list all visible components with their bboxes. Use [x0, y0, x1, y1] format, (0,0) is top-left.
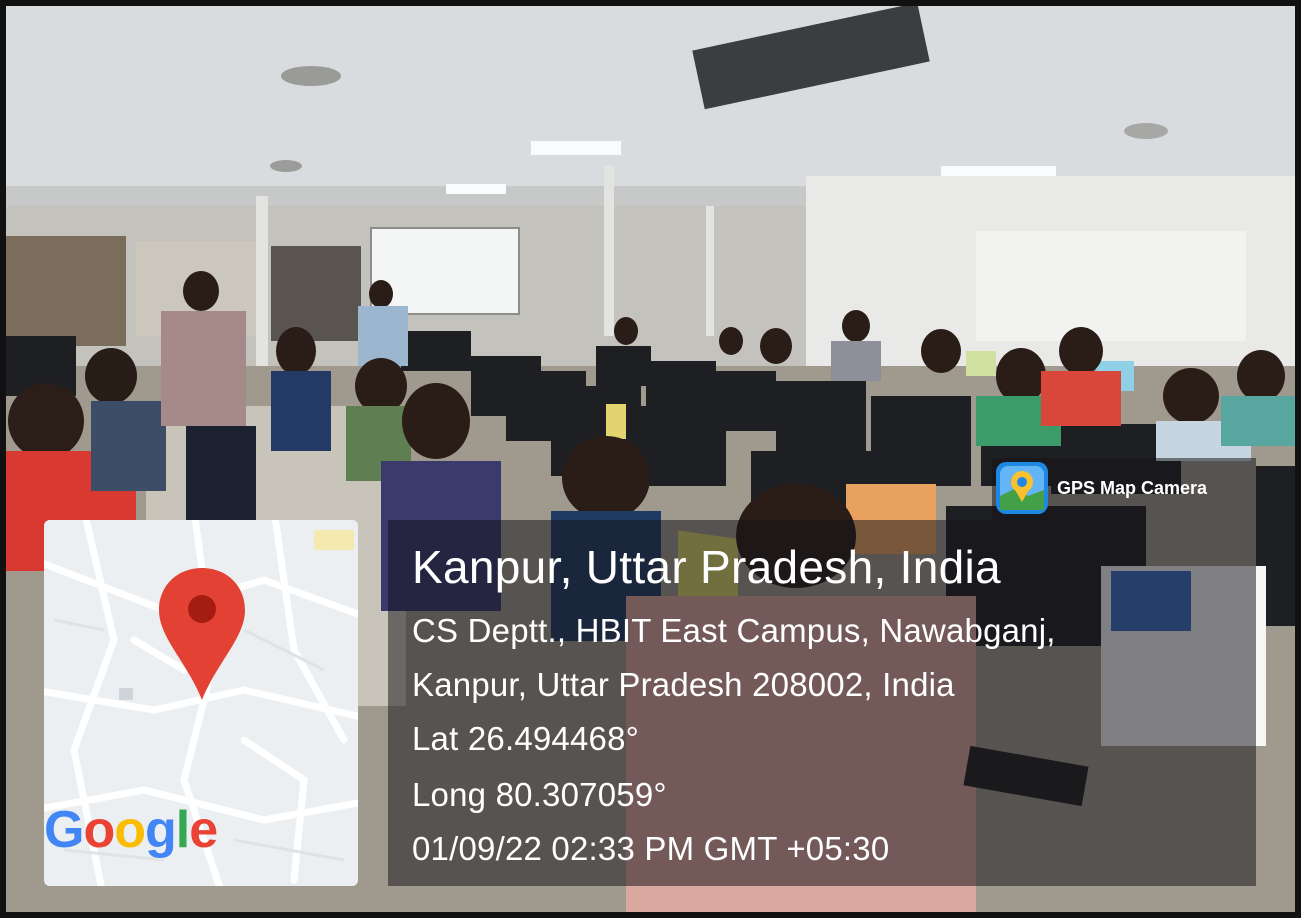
- google-letter-g: G: [44, 801, 84, 859]
- google-letter-o1: o: [83, 801, 115, 859]
- photo-frame: GPS Map Camera Google Kanpur, Uttar Prad…: [0, 0, 1301, 918]
- location-title: Kanpur, Uttar Pradesh, India: [412, 541, 1001, 593]
- google-letter-g2: g: [144, 801, 177, 859]
- datetime-text: 01/09/22 02:33 PM GMT +05:30: [412, 830, 890, 867]
- gps-map-camera-label: GPS Map Camera: [1057, 478, 1208, 498]
- google-letter-e: e: [189, 801, 218, 859]
- longitude-text: Long 80.307059°: [412, 776, 667, 813]
- address-line-2: Kanpur, Uttar Pradesh 208002, India: [412, 666, 955, 703]
- google-letter-o2: o: [114, 801, 146, 859]
- google-logo: Google: [44, 800, 218, 860]
- google-letter-l: l: [175, 801, 190, 859]
- map-pin-icon: [157, 564, 247, 704]
- address-line-1: CS Deptt., HBIT East Campus, Nawabganj,: [412, 612, 1056, 649]
- latitude-text: Lat 26.494468°: [412, 720, 640, 757]
- gps-map-camera-icon: [996, 462, 1048, 514]
